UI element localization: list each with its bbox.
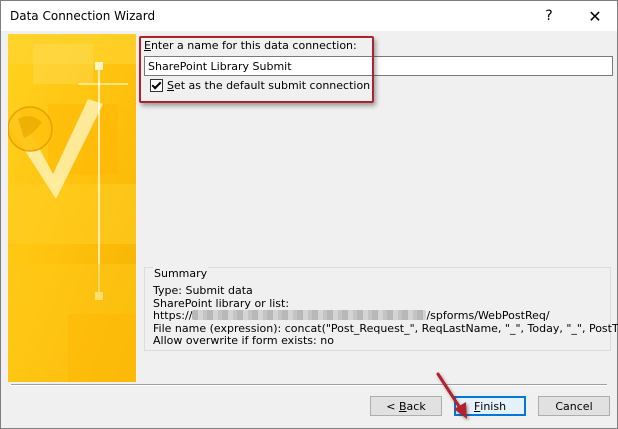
connection-name-input[interactable]: [144, 56, 613, 76]
title-bar: Data Connection Wizard ? ✕: [1, 1, 617, 31]
finish-button[interactable]: Finish: [454, 396, 526, 416]
redacted-url-segment: [192, 310, 427, 320]
button-separator: [11, 384, 607, 386]
window-title: Data Connection Wizard: [10, 9, 156, 23]
summary-overwrite: Allow overwrite if form exists: no: [153, 334, 334, 347]
default-submit-label[interactable]: Set as the default submit connection: [167, 79, 370, 92]
cancel-button[interactable]: Cancel: [538, 396, 610, 416]
summary-type: Type: Submit data: [153, 284, 253, 297]
back-button[interactable]: < Back: [370, 396, 442, 416]
help-icon[interactable]: ?: [527, 1, 571, 31]
summary-url: https:///spforms/WebPostReq/: [153, 309, 550, 322]
dialog-body: Enter a name for this data connection: S…: [1, 31, 618, 428]
summary-title: Summary: [153, 267, 209, 280]
wizard-banner-art: [8, 34, 136, 382]
summary-body: Type: Submit data SharePoint library or …: [153, 284, 618, 348]
close-icon[interactable]: ✕: [573, 1, 617, 31]
connection-name-label: Enter a name for this data connection:: [144, 39, 357, 52]
summary-group: Summary Type: Submit data SharePoint lib…: [144, 267, 618, 351]
default-submit-checkbox-row[interactable]: Set as the default submit connection: [150, 79, 370, 92]
default-submit-checkbox[interactable]: [150, 79, 163, 92]
wizard-dialog: Data Connection Wizard ? ✕ Enter a name …: [0, 0, 618, 429]
